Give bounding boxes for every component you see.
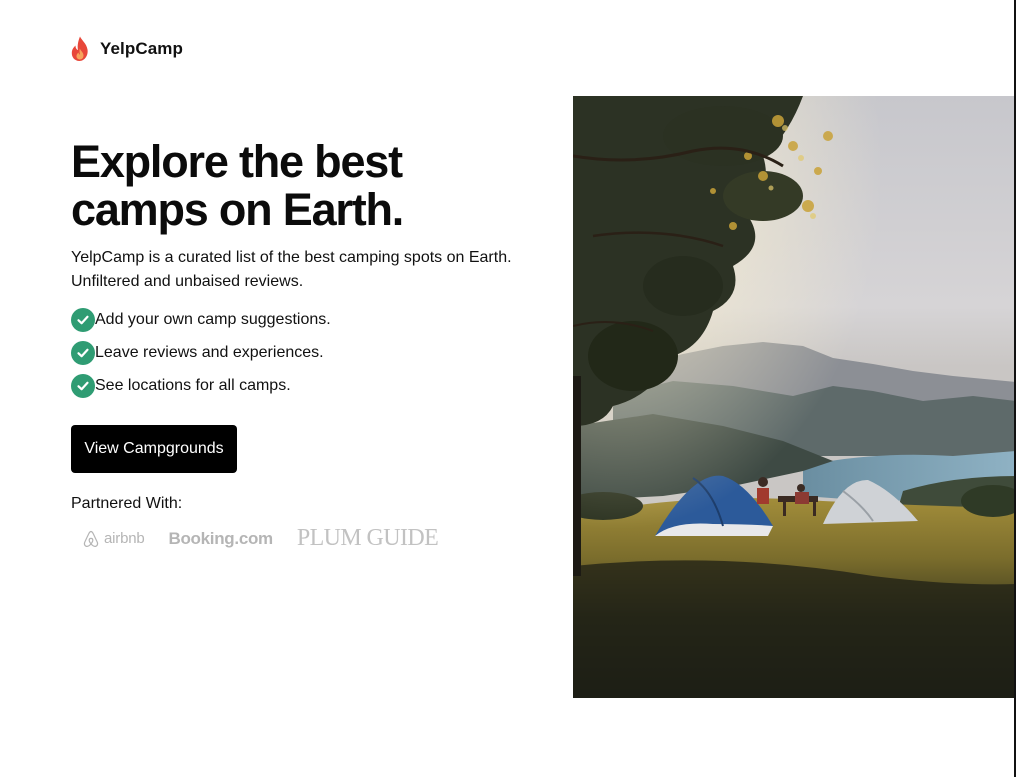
- booking-logo: Booking.com: [168, 528, 274, 548]
- partners-label: Partnered With:: [71, 495, 183, 512]
- brand-logo-link[interactable]: YelpCamp: [70, 36, 183, 62]
- airbnb-icon: [83, 530, 99, 547]
- flame-icon: [71, 36, 88, 61]
- check-circle-icon: [71, 340, 95, 365]
- airbnb-logo: airbnb: [82, 530, 145, 548]
- view-campgrounds-button[interactable]: View Campgrounds: [71, 425, 237, 473]
- hero-section: Explore the best camps on Earth. YelpCam…: [71, 138, 541, 552]
- feature-text: See locations for all camps.: [95, 376, 291, 394]
- feature-text: Leave reviews and experiences.: [95, 343, 324, 361]
- hero-description: YelpCamp is a curated list of the best c…: [71, 249, 512, 290]
- partner-logos: airbnb Booking.com PLUM GUIDE: [71, 525, 541, 552]
- landing-page: YelpCamp Explore the best camps on Earth…: [0, 0, 1016, 777]
- brand-name: YelpCamp: [100, 39, 183, 58]
- check-circle-icon: [71, 307, 95, 332]
- feature-item: Add your own camp suggestions.: [71, 303, 541, 336]
- feature-list: Add your own camp suggestions. Leave rev…: [71, 303, 541, 402]
- check-circle-icon: [71, 373, 95, 398]
- hero-photo: [573, 96, 1016, 698]
- feature-text: Add your own camp suggestions.: [95, 310, 331, 328]
- feature-item: See locations for all camps.: [71, 369, 541, 402]
- airbnb-wordmark: airbnb: [104, 530, 145, 547]
- feature-item: Leave reviews and experiences.: [71, 336, 541, 369]
- hero-title: Explore the best camps on Earth.: [71, 136, 404, 235]
- plum-guide-logo: PLUM GUIDE: [296, 525, 439, 551]
